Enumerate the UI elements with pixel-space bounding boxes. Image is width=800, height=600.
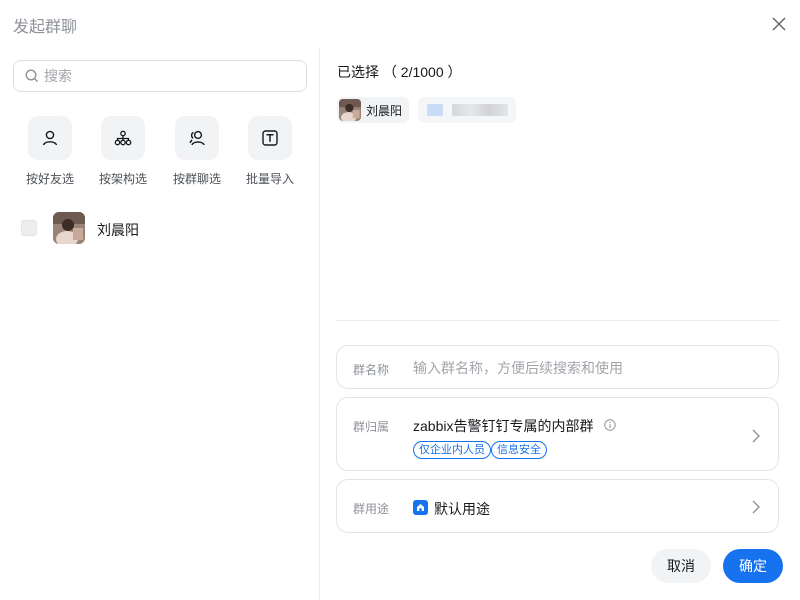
selected-count-title: 已选择 （ 2/1000 ）	[337, 64, 462, 80]
group-belong-value: zabbix告警钉钉专属的内部群	[413, 418, 594, 434]
search-icon	[25, 69, 39, 83]
group-name-input[interactable]	[413, 358, 763, 378]
contact-name: 刘晨阳	[97, 222, 139, 238]
section-divider	[336, 320, 779, 321]
confirm-button[interactable]: 确定	[723, 549, 783, 583]
dialog-title: 发起群聊	[13, 19, 78, 36]
group-usage-value: 默认用途	[434, 501, 490, 517]
group-usage-row[interactable]: 群用途 默认用途	[336, 479, 779, 533]
shortcut-batch-import[interactable]: 批量导入	[238, 116, 302, 187]
cancel-button[interactable]: 取消	[651, 549, 711, 583]
shortcut-label: 批量导入	[245, 172, 294, 186]
close-icon[interactable]	[772, 17, 786, 31]
shortcut-label: 按好友选	[25, 172, 74, 186]
search-box[interactable]	[13, 60, 307, 92]
shortcut-by-friends[interactable]: 按好友选	[18, 116, 82, 187]
org-chart-icon	[114, 130, 132, 146]
chevron-right-icon[interactable]	[752, 500, 760, 514]
shortcut-label: 按架构选	[98, 172, 147, 186]
avatar	[53, 212, 85, 244]
text-import-icon	[262, 130, 278, 146]
search-input[interactable]	[44, 66, 294, 86]
panel-divider	[319, 48, 320, 600]
shortcut-by-org[interactable]: 按架构选	[91, 116, 155, 187]
blurred-avatar	[427, 104, 443, 116]
contact-row[interactable]: 刘晨阳	[21, 212, 301, 244]
person-icon	[42, 130, 58, 146]
selected-chip-blurred[interactable]	[418, 97, 516, 123]
group-name-label: 群名称	[353, 363, 390, 377]
info-icon[interactable]	[604, 419, 616, 431]
group-belong-row[interactable]: 群归属 zabbix告警钉钉专属的内部群 仅企业内人员 信息安全	[336, 397, 779, 471]
contact-checkbox[interactable]	[21, 220, 37, 236]
tag-internal-only: 仅企业内人员	[413, 441, 491, 459]
chevron-right-icon[interactable]	[752, 429, 760, 443]
selected-chip-name: 刘晨阳	[366, 104, 403, 118]
avatar	[339, 99, 361, 121]
blurred-name	[452, 104, 508, 116]
shortcut-by-group[interactable]: 按群聊选	[165, 116, 229, 187]
group-icon	[189, 130, 205, 146]
group-usage-label: 群用途	[353, 502, 390, 516]
shortcut-label: 按群聊选	[172, 172, 221, 186]
tag-info-security: 信息安全	[491, 441, 547, 459]
group-name-field[interactable]: 群名称	[336, 345, 779, 389]
selected-chip[interactable]: 刘晨阳	[337, 97, 409, 123]
usage-icon	[413, 500, 428, 515]
group-belong-label: 群归属	[353, 420, 390, 434]
